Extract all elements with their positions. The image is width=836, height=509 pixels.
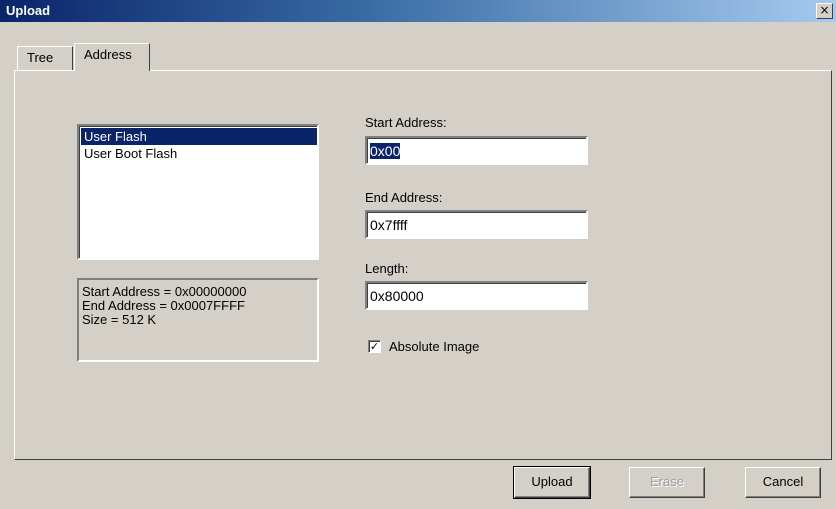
tab-tree-label: Tree [27,50,54,65]
memory-region-list[interactable]: User Flash User Boot Flash [77,124,319,260]
close-icon[interactable]: × [816,3,833,19]
upload-dialog: Upload × Tree Address User Flash User Bo… [0,0,836,509]
tab-address[interactable]: Address [74,43,150,71]
list-item-user-flash[interactable]: User Flash [81,128,317,145]
info-start-address: Start Address = 0x00000000 [82,284,247,299]
length-label: Length: [365,261,409,276]
length-value: 0x80000 [370,288,424,304]
start-address-label: Start Address: [365,115,447,130]
list-item-user-boot-flash[interactable]: User Boot Flash [81,145,317,162]
absolute-image-checkbox[interactable]: ✓ [368,340,381,353]
length-input[interactable]: 0x80000 [365,281,588,310]
start-address-input[interactable]: 0x00 [365,136,588,165]
end-address-value: 0x7ffff [370,217,408,233]
title-bar[interactable]: Upload × [0,0,836,22]
cancel-button[interactable]: Cancel [745,467,821,498]
tab-address-label: Address [84,47,132,62]
info-end-address: End Address = 0x0007FFFF [82,298,245,313]
absolute-image-label[interactable]: Absolute Image [389,339,479,354]
upload-button[interactable]: Upload [513,466,591,499]
erase-button: Erase [629,467,705,498]
region-info-box: Start Address = 0x00000000 End Address =… [77,278,319,362]
end-address-label: End Address: [365,190,443,205]
tab-tree[interactable]: Tree [17,46,73,70]
window-title: Upload [6,3,51,18]
end-address-input[interactable]: 0x7ffff [365,210,588,239]
start-address-value: 0x00 [370,143,401,159]
info-size: Size = 512 K [82,312,157,327]
